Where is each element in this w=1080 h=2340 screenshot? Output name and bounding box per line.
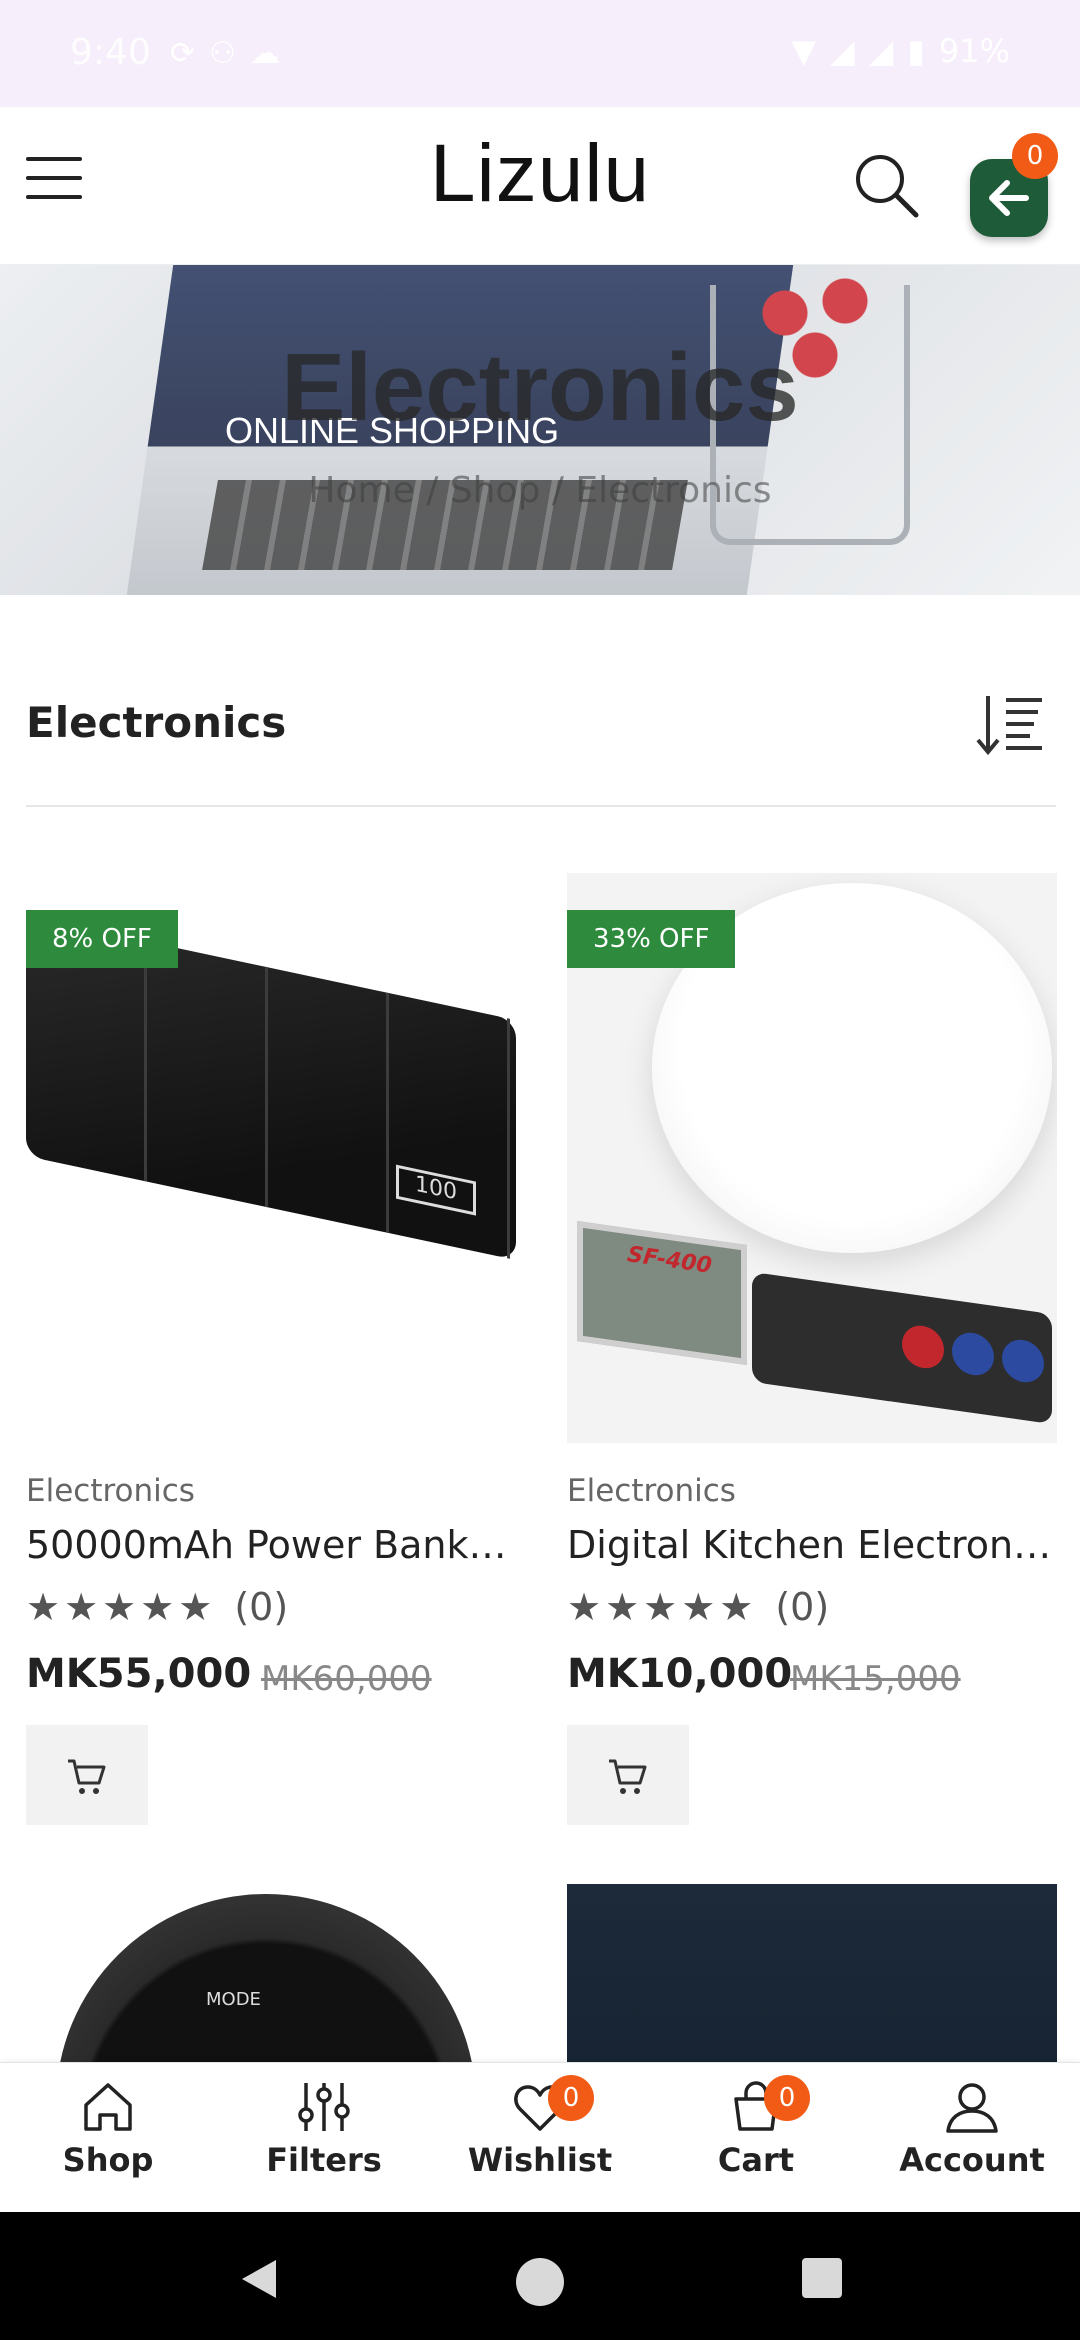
- hub-icon: ⚇: [209, 36, 237, 71]
- home-icon: [84, 2083, 132, 2131]
- add-to-cart-button[interactable]: [567, 1725, 689, 1825]
- search-icon[interactable]: [852, 151, 920, 219]
- battery-icon: ▮: [907, 32, 925, 70]
- system-recents-icon[interactable]: [800, 2256, 844, 2300]
- product-old-price: MK15,000: [790, 1659, 961, 1699]
- discount-badge: 8% OFF: [26, 910, 178, 968]
- cart-icon: [68, 1759, 106, 1794]
- add-to-cart-button[interactable]: [26, 1725, 148, 1825]
- status-system-icons: ▼ ◢ ◢ ▮ 91%: [791, 32, 1010, 70]
- product-price: MK55,000: [26, 1651, 252, 1697]
- star-rating-icons: ★★★★★: [26, 1585, 217, 1629]
- nav-filters-label: Filters: [266, 2141, 382, 2179]
- product-card[interactable]: SF-400 33% OFF Electronics Digital Kitch…: [567, 873, 1057, 1825]
- cloud-icon: ☁: [250, 36, 281, 71]
- signal-icon-2: ◢: [868, 32, 894, 70]
- cart-count-badge: 0: [764, 2075, 810, 2121]
- cart-icon: [609, 1759, 647, 1794]
- watch-mode-label: MODE: [206, 1989, 261, 2010]
- system-navigation-bar: [0, 2212, 1080, 2340]
- rating-count: (0): [775, 1585, 830, 1629]
- product-image[interactable]: MODE: [26, 1884, 516, 2062]
- nav-account-label: Account: [899, 2141, 1045, 2179]
- product-image[interactable]: [567, 1884, 1057, 2062]
- product-name[interactable]: Digital Kitchen Electroni...: [567, 1523, 1057, 1567]
- cart-count-badge: 0: [1012, 133, 1058, 179]
- breadcrumb-separator: /: [426, 470, 450, 511]
- nav-filters[interactable]: Filters: [224, 2077, 424, 2179]
- section-title: Electronics: [26, 698, 287, 747]
- breadcrumb-current: Electronics: [575, 470, 772, 511]
- breadcrumb-separator: /: [551, 470, 576, 511]
- system-home-icon[interactable]: [514, 2256, 566, 2308]
- sort-icon[interactable]: [974, 690, 1046, 762]
- status-time: 9:40: [70, 32, 151, 73]
- category-banner: ONLINE SHOPPING Electronics Home / Shop …: [0, 265, 1080, 595]
- breadcrumb: Home / Shop / Electronics: [0, 470, 1080, 511]
- bottom-navigation: Shop Filters 0 Wishlist 0 Cart Account: [0, 2062, 1080, 2212]
- wishlist-count-badge: 0: [548, 2075, 594, 2121]
- section-divider: [26, 805, 1056, 807]
- banner-title: Electronics: [281, 334, 799, 441]
- status-bar: 9:40 ⟳ ⚇ ☁ ▼ ◢ ◢ ▮ 91%: [0, 0, 1080, 107]
- nav-cart-label: Cart: [717, 2141, 795, 2179]
- status-notification-icons: ⟳ ⚇ ☁: [170, 36, 280, 71]
- star-rating-icons: ★★★★★: [567, 1585, 758, 1629]
- product-price: MK10,000: [567, 1651, 793, 1697]
- breadcrumb-home[interactable]: Home: [308, 470, 414, 511]
- user-icon: [946, 2083, 998, 2133]
- rating-count: (0): [234, 1585, 289, 1629]
- watch-image: MODE: [26, 1884, 516, 2062]
- product-card[interactable]: MODE: [26, 1884, 516, 2062]
- product-rating: ★★★★★ (0): [567, 1585, 829, 1629]
- nav-wishlist-label: Wishlist: [467, 2141, 613, 2179]
- nav-cart[interactable]: 0 Cart: [656, 2075, 856, 2179]
- product-photo: [567, 1884, 1057, 2062]
- system-back-icon[interactable]: [236, 2256, 282, 2302]
- product-image[interactable]: 100 8% OFF: [26, 873, 516, 1443]
- product-rating: ★★★★★ (0): [26, 1585, 288, 1629]
- breadcrumb-shop[interactable]: Shop: [450, 470, 541, 511]
- nav-shop[interactable]: Shop: [8, 2077, 208, 2179]
- product-name[interactable]: 50000mAh Power Bank ...: [26, 1523, 516, 1567]
- product-card[interactable]: [567, 1884, 1057, 2062]
- battery-percent: 91%: [938, 32, 1010, 70]
- product-old-price: MK60,000: [261, 1659, 432, 1699]
- discount-badge: 33% OFF: [567, 910, 736, 968]
- nav-wishlist[interactable]: 0 Wishlist: [440, 2075, 640, 2179]
- sliders-icon: [298, 2083, 350, 2131]
- product-card[interactable]: 100 8% OFF Electronics 50000mAh Power Ba…: [26, 873, 516, 1825]
- sync-icon: ⟳: [170, 36, 196, 71]
- product-image[interactable]: SF-400 33% OFF: [567, 873, 1057, 1443]
- wifi-icon: ▼: [791, 32, 817, 70]
- nav-shop-label: Shop: [62, 2141, 154, 2179]
- product-category[interactable]: Electronics: [567, 1473, 736, 1509]
- product-category[interactable]: Electronics: [26, 1473, 195, 1509]
- app-header: Lizulu 0: [0, 107, 1080, 265]
- nav-account[interactable]: Account: [872, 2077, 1072, 2179]
- signal-icon: ◢: [830, 32, 855, 70]
